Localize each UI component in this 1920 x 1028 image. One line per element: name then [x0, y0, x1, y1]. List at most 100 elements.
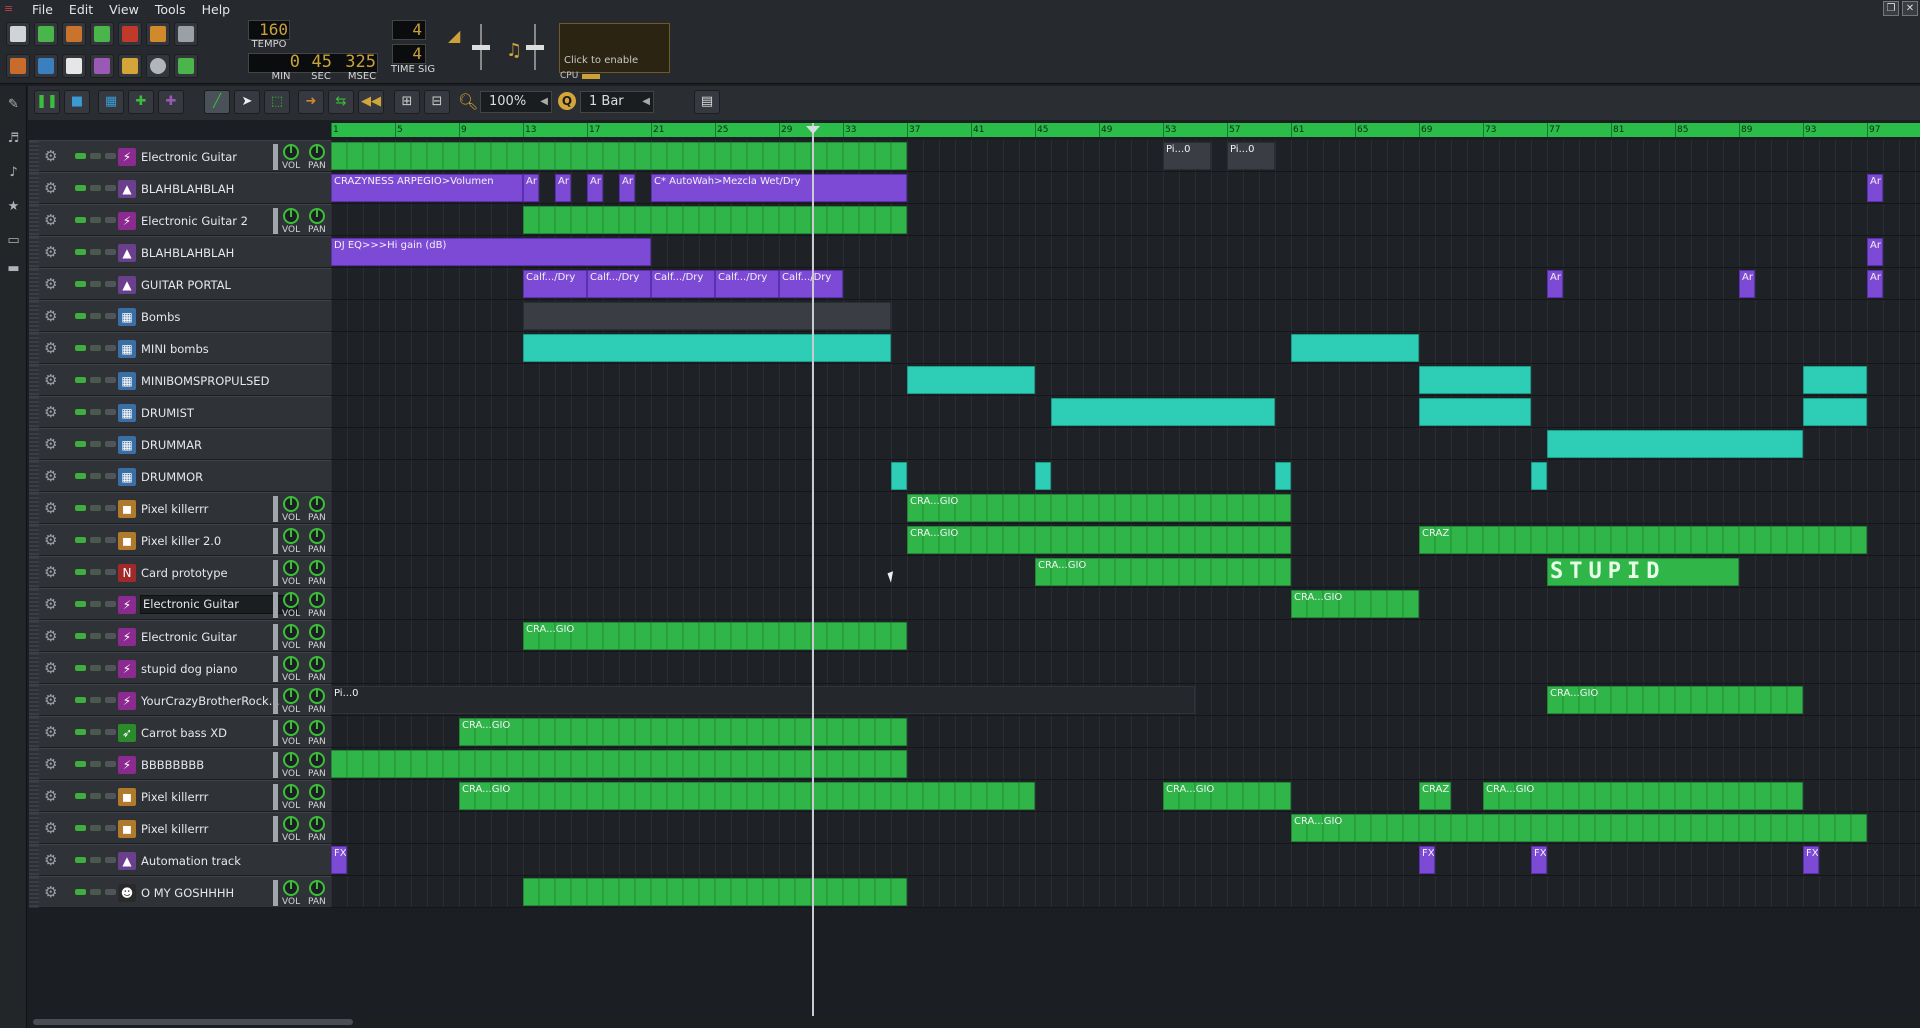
menu-view[interactable]: View: [101, 2, 147, 17]
beat-clip[interactable]: [1803, 366, 1867, 394]
beat-clip[interactable]: [907, 366, 1035, 394]
gear-icon[interactable]: ⚙: [44, 212, 60, 228]
gear-icon[interactable]: ⚙: [44, 820, 60, 836]
volume-knob[interactable]: [283, 688, 299, 704]
track-grip[interactable]: [29, 237, 39, 268]
gear-icon[interactable]: ⚙: [44, 532, 60, 548]
track-name[interactable]: DRUMMAR: [141, 438, 291, 452]
volume-knob[interactable]: [283, 560, 299, 576]
edit-mode-button[interactable]: ➤: [234, 90, 260, 114]
pan-knob[interactable]: [309, 208, 325, 224]
pan-knob[interactable]: [309, 784, 325, 800]
mute-toggle[interactable]: [75, 729, 86, 735]
track-row[interactable]: ⚙ ⚡ Electronic Guitar 2 VOL PAN: [29, 204, 331, 236]
export-button[interactable]: [146, 22, 170, 46]
track-row[interactable]: ⚙ ▦ MINIBOMSPROPULSED: [29, 364, 331, 396]
mute-toggle[interactable]: [75, 441, 86, 447]
gear-icon[interactable]: ⚙: [44, 884, 60, 900]
solo-toggle[interactable]: [90, 761, 101, 767]
track-grip[interactable]: [29, 365, 39, 396]
pattern-clip[interactable]: [523, 206, 907, 234]
beat-clip[interactable]: [1035, 462, 1051, 490]
pattern-clip[interactable]: CRAZ: [1419, 782, 1451, 810]
mute-toggle[interactable]: [75, 217, 86, 223]
pattern-clip[interactable]: CRAZ: [1419, 526, 1867, 554]
track-name[interactable]: Electronic Guitar: [141, 150, 291, 164]
pan-knob[interactable]: [309, 880, 325, 896]
mute-toggle[interactable]: [75, 537, 86, 543]
automation-clip[interactable]: Ar: [1739, 270, 1755, 298]
track-name[interactable]: Pixel killerrr: [141, 822, 291, 836]
volume-knob[interactable]: [283, 720, 299, 736]
solo-toggle[interactable]: [90, 857, 101, 863]
track-grip[interactable]: [29, 749, 39, 780]
automation-clip[interactable]: Calf.../Dry: [587, 270, 651, 298]
solo-toggle[interactable]: [90, 473, 101, 479]
pattern-clip[interactable]: [523, 302, 891, 330]
automation-clip[interactable]: Ar: [1867, 238, 1883, 266]
pan-knob[interactable]: [309, 816, 325, 832]
automation-clip[interactable]: Ar: [1867, 270, 1883, 298]
track-name[interactable]: MINI bombs: [141, 342, 291, 356]
gear-icon[interactable]: ⚙: [44, 628, 60, 644]
beat-clip[interactable]: [1419, 398, 1531, 426]
track-name[interactable]: Bombs: [141, 310, 291, 324]
track-name[interactable]: Pixel killer 2.0: [141, 534, 291, 548]
automation-clip[interactable]: Ar: [1867, 174, 1883, 202]
track-name[interactable]: Card prototype: [141, 566, 291, 580]
volume-knob[interactable]: [283, 496, 299, 512]
beat-clip[interactable]: [523, 334, 891, 362]
mute-toggle[interactable]: [75, 601, 86, 607]
master-pitch-handle[interactable]: [526, 45, 544, 50]
close-icon[interactable]: ✕: [1902, 1, 1918, 16]
gear-icon[interactable]: ⚙: [44, 756, 60, 772]
automation-clip[interactable]: Ar: [1547, 270, 1563, 298]
gear-icon[interactable]: ⚙: [44, 852, 60, 868]
automation-clip[interactable]: FX: [1531, 846, 1547, 874]
pattern-clip[interactable]: CRA...GIO: [459, 718, 907, 746]
playhead-marker[interactable]: [806, 126, 820, 134]
root-directory-icon[interactable]: ▭: [5, 232, 22, 249]
pattern-clip[interactable]: CRA...GIO: [1035, 558, 1291, 586]
pan-knob[interactable]: [309, 624, 325, 640]
automation-clip[interactable]: Ar: [523, 174, 539, 202]
pattern-clip[interactable]: CRA...GIO: [1547, 686, 1803, 714]
auto-scroll-button[interactable]: ➜: [298, 90, 324, 114]
timeline-ruler[interactable]: 1 5 9 13 17 21 25 29 33 37 41 45 49 53 57 61 65 69 73 77 81 8…: [331, 123, 1920, 137]
automation-clip[interactable]: Calf.../Dry: [523, 270, 587, 298]
add-automation-track-button[interactable]: ✚: [158, 90, 184, 114]
play-pause-button[interactable]: ❚❚: [34, 90, 60, 114]
gear-icon[interactable]: ⚙: [44, 660, 60, 676]
track-row[interactable]: ⚙ ▦ MINI bombs: [29, 332, 331, 364]
track-row[interactable]: ⚙ ▲ Automation track: [29, 844, 331, 876]
automation-clip[interactable]: FX: [1803, 846, 1819, 874]
track-name[interactable]: Carrot bass XD: [141, 726, 291, 740]
solo-toggle[interactable]: [90, 185, 101, 191]
volume-knob[interactable]: [283, 816, 299, 832]
track-name[interactable]: BBBBBBBB: [141, 758, 291, 772]
track-row[interactable]: ⚙ ◼ Pixel killerrr VOL PAN: [29, 492, 331, 524]
zoom-select[interactable]: 100% ◀: [480, 91, 552, 113]
solo-toggle[interactable]: [90, 633, 101, 639]
pan-knob[interactable]: [309, 656, 325, 672]
solo-toggle[interactable]: [90, 441, 101, 447]
track-row[interactable]: ⚙ ☻ O MY GOSHHHH VOL PAN: [29, 876, 331, 908]
automation-editor-button[interactable]: [90, 54, 114, 78]
gear-icon[interactable]: ⚙: [44, 148, 60, 164]
automation-clip[interactable]: FX: [1419, 846, 1435, 874]
track-name[interactable]: GUITAR PORTAL: [141, 278, 291, 292]
mute-toggle[interactable]: [75, 281, 86, 287]
volume-knob[interactable]: [283, 784, 299, 800]
pattern-clip[interactable]: [523, 878, 907, 906]
track-row[interactable]: ⚙ ▲ BLAHBLAHBLAH: [29, 172, 331, 204]
track-row[interactable]: ⚙ ⚡ Electronic Guitar VOL PAN: [29, 140, 331, 172]
stop-behaviour-button[interactable]: ◀◀: [358, 90, 384, 114]
restore-icon[interactable]: ❐: [1883, 1, 1899, 16]
mute-toggle[interactable]: [75, 377, 86, 383]
beat-bassline-editor-button[interactable]: [34, 54, 58, 78]
gear-icon[interactable]: ⚙: [44, 788, 60, 804]
beat-clip[interactable]: [1419, 366, 1531, 394]
solo-toggle[interactable]: [90, 281, 101, 287]
draw-mode-button[interactable]: ╱: [204, 90, 230, 114]
beat-clip[interactable]: [1051, 398, 1275, 426]
